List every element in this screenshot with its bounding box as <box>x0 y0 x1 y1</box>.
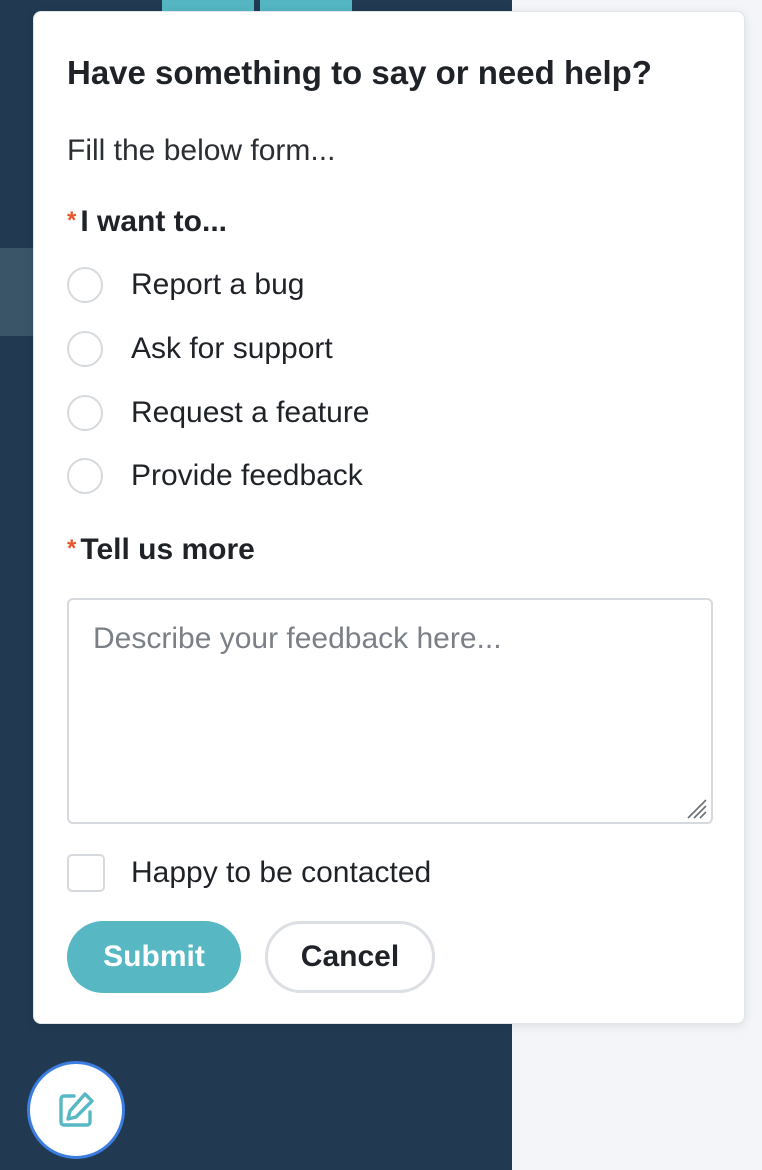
radio-button[interactable] <box>67 458 103 494</box>
details-label-text: Tell us more <box>80 533 255 566</box>
submit-button[interactable]: Submit <box>67 921 241 993</box>
radio-option-report-bug[interactable]: Report a bug <box>67 265 304 305</box>
contact-consent-row[interactable]: Happy to be contacted <box>67 852 431 894</box>
feedback-form-card: Have something to say or need help? Fill… <box>33 11 745 1024</box>
form-title: Have something to say or need help? <box>67 54 652 91</box>
intent-label-text: I want to... <box>80 205 228 238</box>
radio-button[interactable] <box>67 267 103 303</box>
edit-feedback-icon <box>59 1092 94 1127</box>
cancel-button[interactable]: Cancel <box>265 921 435 993</box>
feedback-launcher-button[interactable] <box>27 1061 125 1159</box>
required-marker: * <box>67 207 77 234</box>
radio-option-label: Report a bug <box>131 268 305 301</box>
intent-label: * I want to... <box>67 205 227 239</box>
radio-option-label: Request a feature <box>131 396 370 429</box>
radio-button[interactable] <box>67 395 103 431</box>
form-subtitle: Fill the below form... <box>67 134 336 167</box>
radio-option-provide-feedback[interactable]: Provide feedback <box>67 456 363 496</box>
background-strip <box>0 248 34 336</box>
contact-checkbox[interactable] <box>67 854 105 892</box>
details-label: * Tell us more <box>67 533 255 567</box>
radio-option-label: Provide feedback <box>131 459 363 492</box>
radio-button[interactable] <box>67 331 103 367</box>
resize-grip-icon[interactable] <box>684 796 708 820</box>
contact-checkbox-label: Happy to be contacted <box>131 856 432 889</box>
required-marker: * <box>67 535 77 562</box>
feedback-textarea[interactable] <box>67 598 713 824</box>
radio-option-ask-support[interactable]: Ask for support <box>67 329 333 369</box>
radio-option-label: Ask for support <box>131 332 333 365</box>
radio-option-request-feature[interactable]: Request a feature <box>67 393 370 433</box>
